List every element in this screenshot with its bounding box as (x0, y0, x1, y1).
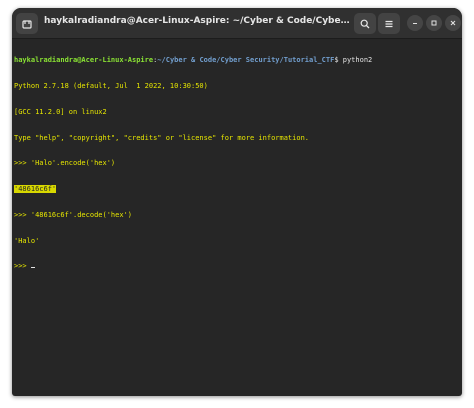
output-line-decoded: 'Halo' (14, 236, 40, 245)
search-icon (360, 19, 370, 28)
prompt-line: haykalradiandra@Acer-Linux-Aspire:~/Cybe… (14, 56, 458, 65)
prompt-user: haykalradiandra@Acer-Linux-Aspire (14, 56, 154, 65)
output-line-python-version: Python 2.7.18 (default, Jul 1 2022, 10:3… (14, 81, 208, 90)
command-text: python2 (342, 56, 373, 65)
window-title: haykalradiandra@Acer-Linux-Aspire: ~/Cyb… (44, 16, 350, 26)
minimize-icon (413, 22, 417, 25)
new-tab-button[interactable] (16, 13, 38, 34)
close-icon (450, 20, 456, 26)
hamburger-menu-icon (385, 20, 393, 27)
output-line-hex: '48616c6f' (14, 185, 458, 194)
close-button[interactable] (445, 15, 461, 31)
minimize-button[interactable] (407, 15, 423, 31)
maximize-button[interactable] (426, 15, 442, 31)
python-prompt: >>> (14, 262, 31, 271)
new-tab-icon (22, 19, 32, 29)
menu-button[interactable] (378, 13, 400, 34)
text-cursor (30, 267, 35, 269)
search-button[interactable] (354, 13, 376, 34)
maximize-icon (431, 20, 437, 26)
terminal-output[interactable]: haykalradiandra@Acer-Linux-Aspire:~/Cybe… (14, 39, 458, 394)
input-line-encode: >>> 'Halo'.encode('hex') (14, 159, 116, 168)
python-prompt-line: >>> (14, 262, 458, 271)
highlighted-hex-output: '48616c6f' (14, 185, 57, 194)
input-line-decode: >>> '48616c6f'.decode('hex') (14, 210, 133, 219)
prompt-path: ~/Cyber & Code/Cyber Security/Tutorial_C… (157, 56, 335, 65)
output-line-help: Type "help", "copyright", "credits" or "… (14, 133, 310, 142)
title-bar: haykalradiandra@Acer-Linux-Aspire: ~/Cyb… (12, 8, 462, 39)
prompt-symbol: $ (334, 56, 343, 65)
output-line-gcc: [GCC 11.2.0] on linux2 (14, 107, 107, 116)
terminal-window: haykalradiandra@Acer-Linux-Aspire: ~/Cyb… (12, 8, 462, 396)
